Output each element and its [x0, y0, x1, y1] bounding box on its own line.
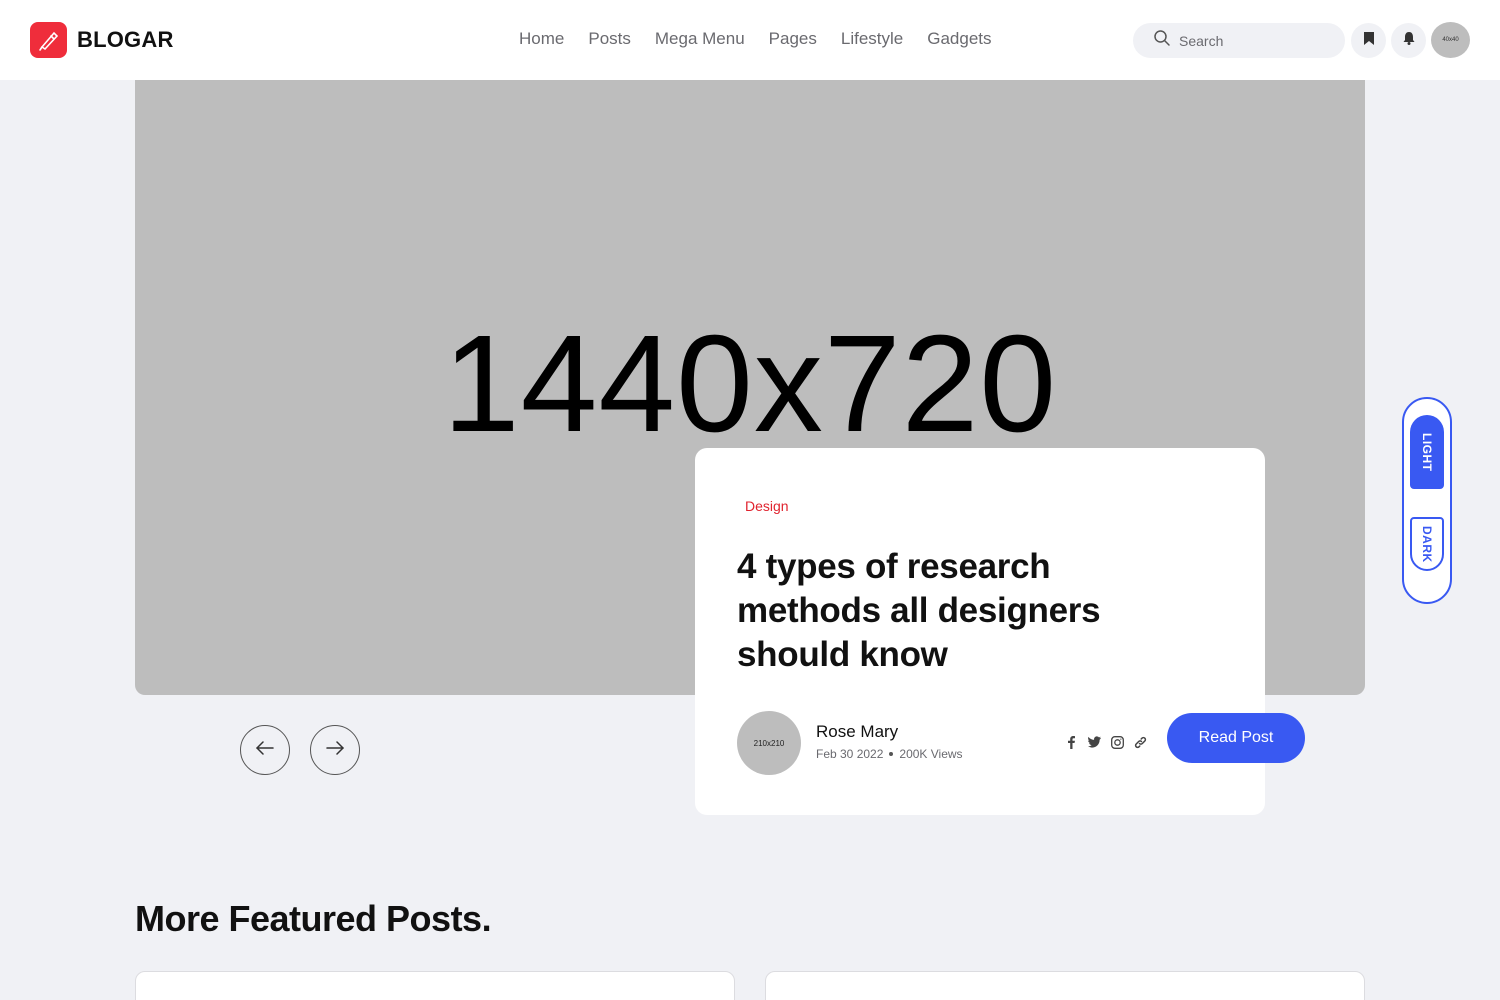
post-date: Feb 30 2022 [816, 747, 884, 761]
meta-separator [889, 752, 894, 756]
search-box [1133, 23, 1345, 58]
read-post-button[interactable]: Read Post [1167, 713, 1305, 763]
pen-icon [30, 22, 67, 58]
twitter-icon[interactable] [1088, 735, 1101, 749]
nav-item-home[interactable]: Home [519, 29, 564, 49]
prev-slide-button[interactable] [240, 725, 290, 775]
dark-mode-button[interactable]: DARK [1410, 517, 1444, 571]
featured-section-title: More Featured Posts. [135, 898, 492, 939]
brand-name: BLOGAR [77, 27, 174, 52]
arrow-left-icon [256, 740, 274, 760]
search-input[interactable] [1179, 32, 1329, 49]
featured-post-card: Design 4 types of research methods all d… [695, 448, 1305, 815]
instagram-icon[interactable] [1111, 735, 1124, 749]
post-views: 200K Views [899, 747, 963, 761]
post-meta: Feb 30 2022 200K Views [816, 747, 963, 761]
nav-item-pages[interactable]: Pages [769, 29, 817, 49]
nav-item-posts[interactable]: Posts [588, 29, 631, 49]
notifications-button[interactable] [1391, 23, 1426, 58]
bookmark-icon [1363, 31, 1374, 50]
featured-post-card-2[interactable] [765, 971, 1365, 1000]
hero-image-label: 1440x720 [442, 307, 1058, 461]
brand-logo[interactable]: BLOGAR [30, 22, 174, 58]
facebook-icon[interactable] [1065, 735, 1078, 749]
next-slide-button[interactable] [310, 725, 360, 775]
site-header: BLOGAR Home Posts Mega Menu Pages Lifest… [0, 0, 1500, 80]
search-icon [1153, 29, 1171, 52]
nav-item-mega-menu[interactable]: Mega Menu [655, 29, 745, 49]
light-mode-label: LIGHT [1420, 432, 1434, 472]
featured-post-card-1[interactable] [135, 971, 735, 1000]
social-share [1065, 735, 1147, 749]
nav-item-lifestyle[interactable]: Lifestyle [841, 29, 903, 49]
bell-icon [1403, 31, 1415, 50]
post-title[interactable]: 4 types of research methods all designer… [737, 545, 1157, 677]
bookmark-button[interactable] [1351, 23, 1386, 58]
link-icon[interactable] [1134, 735, 1147, 749]
main-nav: Home Posts Mega Menu Pages Lifestyle Gad… [519, 29, 992, 49]
nav-item-gadgets[interactable]: Gadgets [927, 29, 991, 49]
light-mode-button[interactable]: LIGHT [1410, 415, 1444, 489]
author-avatar[interactable]: 210x210 [737, 711, 801, 775]
category-tag[interactable]: Design [745, 498, 789, 514]
author-name[interactable]: Rose Mary [816, 722, 898, 742]
dark-mode-label: DARK [1420, 525, 1434, 563]
arrow-right-icon [326, 740, 344, 760]
user-avatar[interactable]: 40x40 [1431, 22, 1470, 58]
theme-toggle: LIGHT DARK [1402, 397, 1452, 604]
